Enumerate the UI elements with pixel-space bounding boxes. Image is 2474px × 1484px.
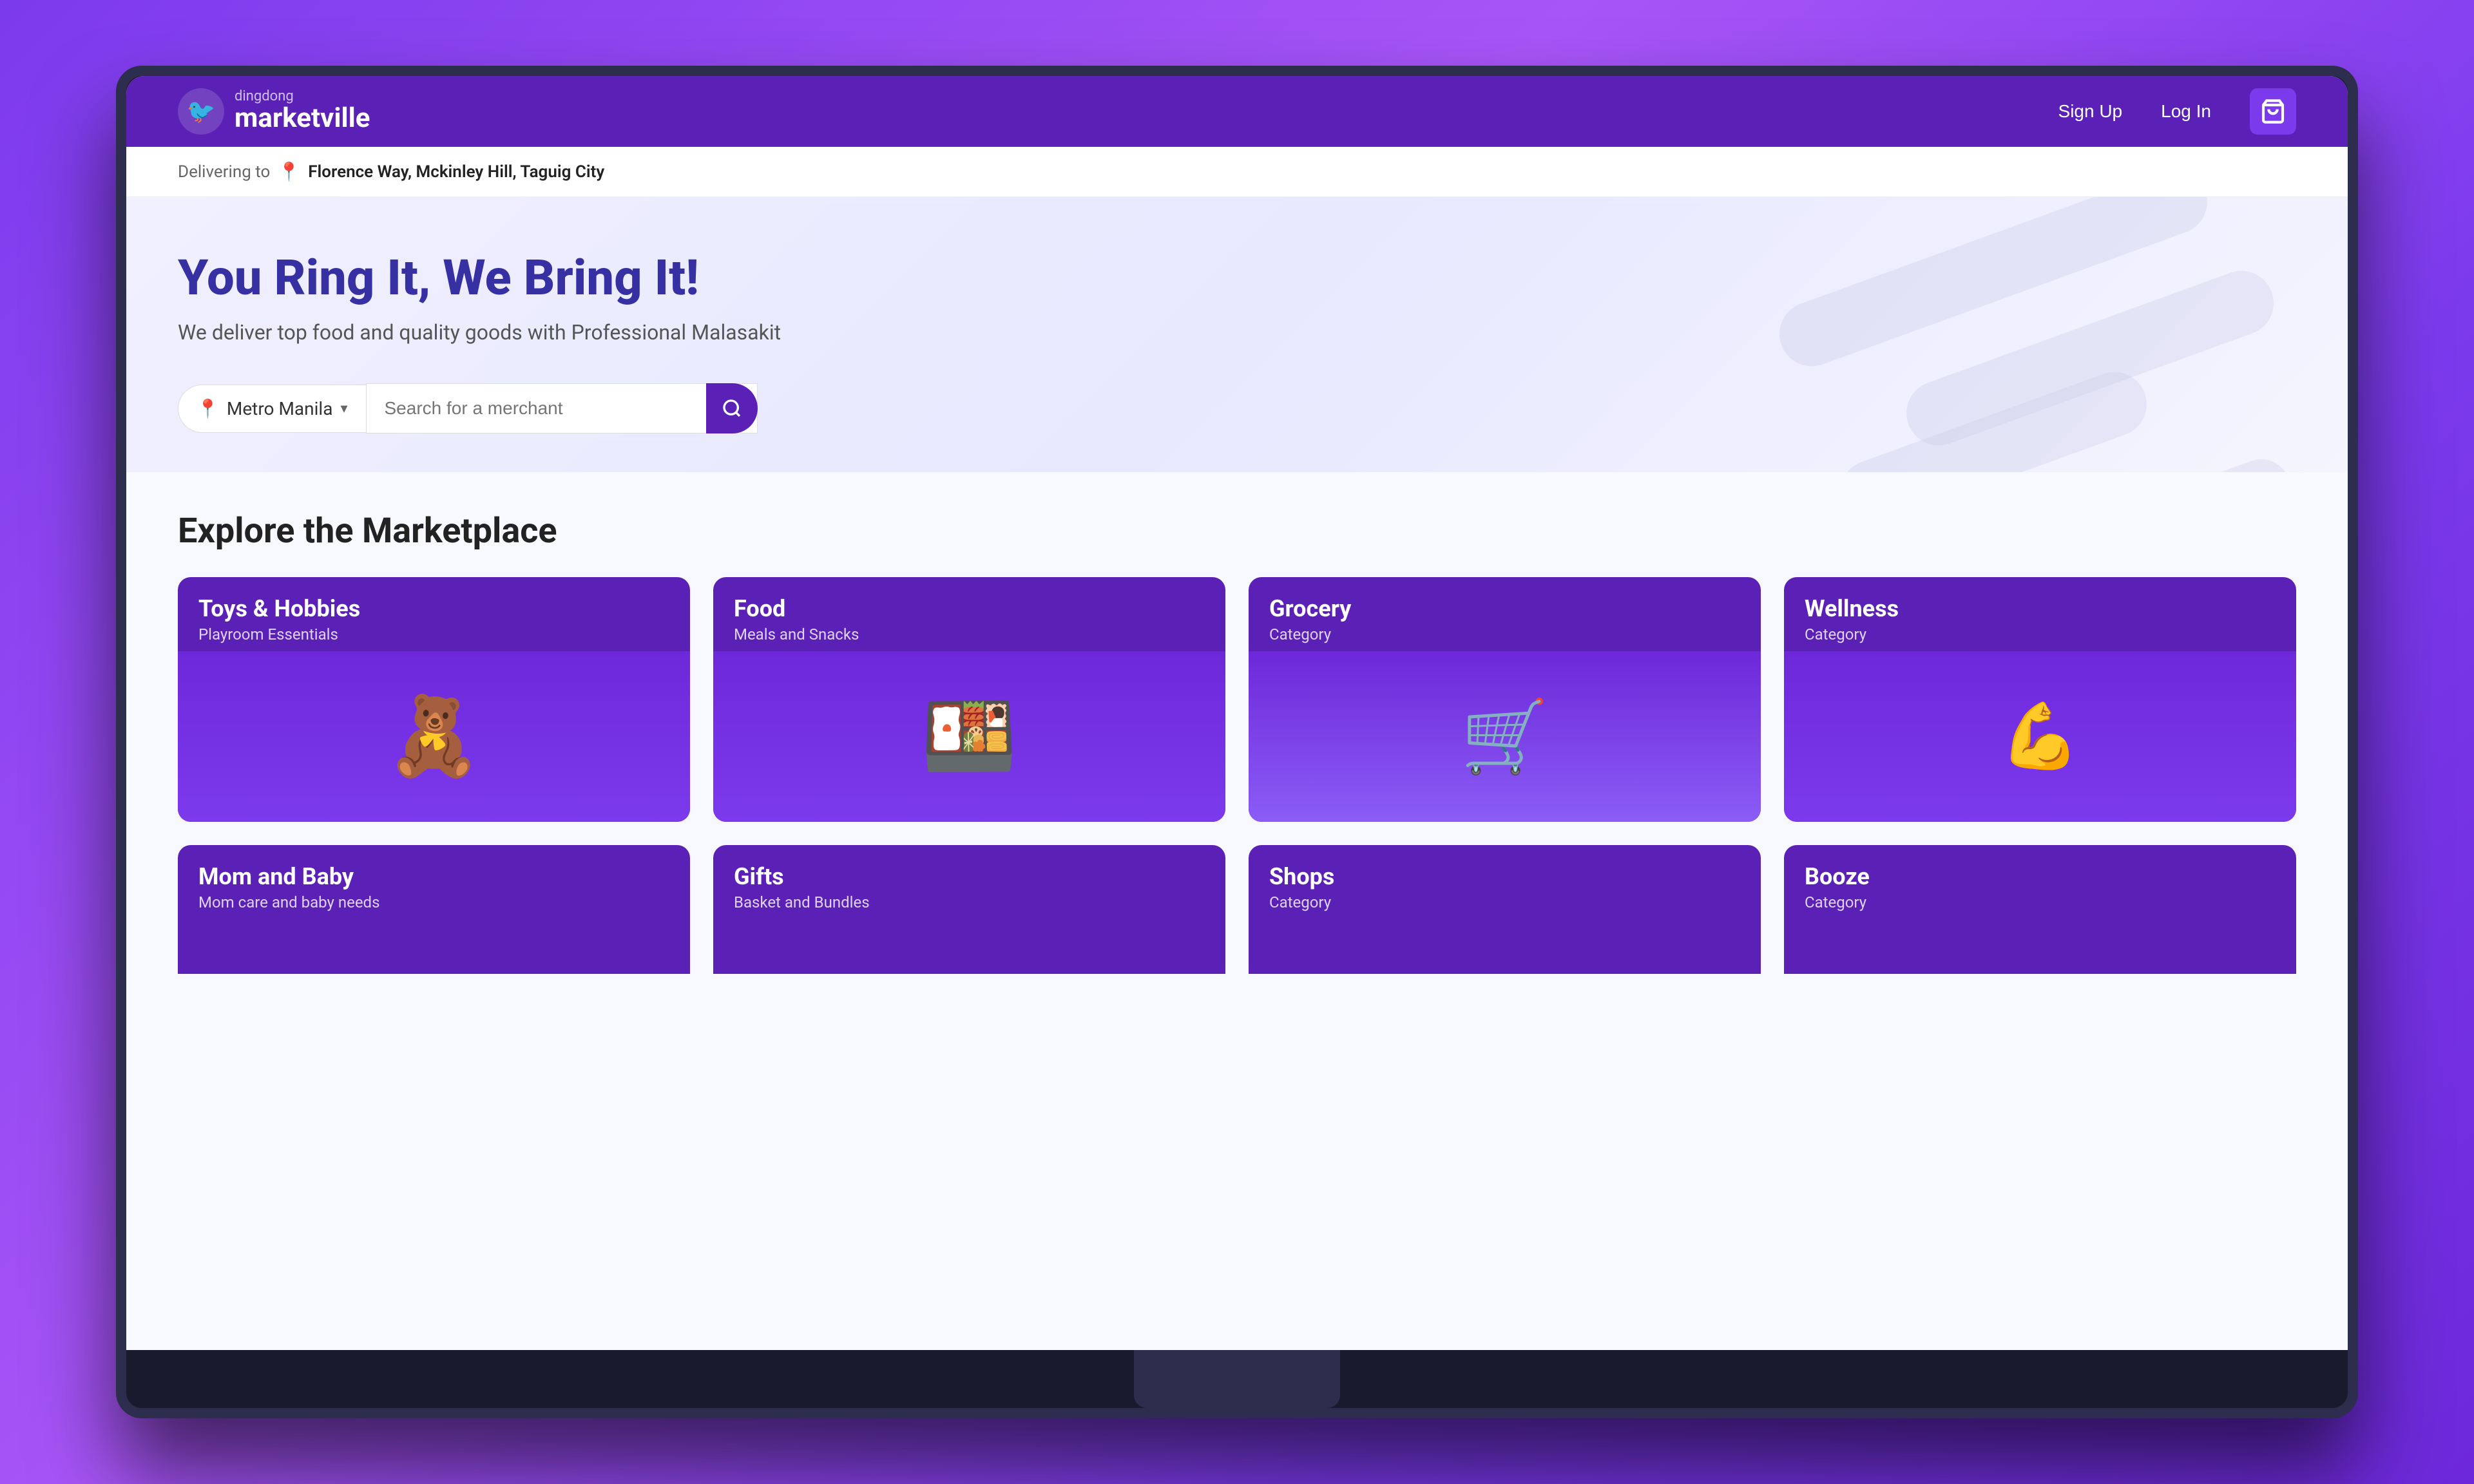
card-title-food: Food: [734, 595, 1205, 623]
screen: 🐦 dingdong marketville Sign Up Log In: [126, 76, 2348, 1350]
card-image-wellness: 💪: [1784, 651, 2296, 822]
hero-section: You Ring It, We Bring It! We deliver top…: [126, 197, 2348, 472]
card-subtitle-toys: Playroom Essentials: [198, 625, 669, 643]
food-illustration: 🍱: [713, 651, 1225, 822]
toys-illustration: 🧸: [178, 651, 690, 822]
card-image-grocery: 🛒: [1249, 651, 1761, 822]
location-select[interactable]: 📍 Metro Manila ▾: [178, 385, 366, 433]
section-title: Explore the Marketplace: [178, 511, 2296, 551]
logo-area: 🐦 dingdong marketville: [178, 88, 370, 135]
chevron-down-icon: ▾: [340, 401, 347, 417]
category-card-wellness[interactable]: Wellness Category 💪: [1784, 577, 2296, 822]
search-button[interactable]: [706, 383, 758, 433]
grocery-illustration: 🛒: [1249, 651, 1761, 822]
card-header-toys: Toys & Hobbies Playroom Essentials: [178, 577, 690, 651]
card-header-food: Food Meals and Snacks: [713, 577, 1225, 651]
search-input[interactable]: [366, 383, 758, 433]
search-bar: 📍 Metro Manila ▾: [178, 383, 758, 433]
search-icon: [722, 398, 742, 419]
wellness-illustration: 💪: [1784, 651, 2296, 822]
main-content: Explore the Marketplace Toys & Hobbies P…: [126, 472, 2348, 1350]
category-card-grocery[interactable]: Grocery Category 🛒: [1249, 577, 1761, 822]
card-header-shops: Shops Category: [1249, 845, 1761, 917]
brand-main: marketville: [235, 104, 370, 133]
card-header-booze: Booze Category: [1784, 845, 2296, 917]
signup-button[interactable]: Sign Up: [2058, 101, 2123, 122]
card-image-food: 🍱: [713, 651, 1225, 822]
delivery-bar: Delivering to 📍 Florence Way, Mckinley H…: [126, 147, 2348, 197]
card-header-grocery: Grocery Category: [1249, 577, 1761, 651]
card-header-mom-baby: Mom and Baby Mom care and baby needs: [178, 845, 690, 917]
hero-subtitle: We deliver top food and quality goods wi…: [178, 320, 2296, 345]
cart-icon: [2260, 99, 2286, 124]
logo-icon: 🐦: [178, 88, 224, 135]
logo-text: dingdong marketville: [235, 90, 370, 133]
category-card-food[interactable]: Food Meals and Snacks 🍱: [713, 577, 1225, 822]
header: 🐦 dingdong marketville Sign Up Log In: [126, 76, 2348, 147]
card-title-grocery: Grocery: [1269, 595, 1740, 623]
card-subtitle-wellness: Category: [1805, 625, 2276, 643]
cart-button[interactable]: [2250, 88, 2296, 135]
card-subtitle-gifts: Basket and Bundles: [734, 893, 1205, 911]
card-subtitle-shops: Category: [1269, 893, 1740, 911]
pin-icon: 📍: [278, 161, 300, 182]
monitor: 🐦 dingdong marketville Sign Up Log In: [116, 66, 2358, 1418]
card-title-shops: Shops: [1269, 863, 1740, 891]
card-subtitle-grocery: Category: [1269, 625, 1740, 643]
monitor-stand: [1134, 1350, 1340, 1408]
card-title-gifts: Gifts: [734, 863, 1205, 891]
card-title-toys: Toys & Hobbies: [198, 595, 669, 623]
header-nav: Sign Up Log In: [2058, 88, 2296, 135]
login-button[interactable]: Log In: [2161, 101, 2211, 122]
card-title-booze: Booze: [1805, 863, 2276, 891]
category-card-gifts[interactable]: Gifts Basket and Bundles: [713, 845, 1225, 974]
card-header-gifts: Gifts Basket and Bundles: [713, 845, 1225, 917]
delivery-address: Florence Way, Mckinley Hill, Taguig City: [308, 162, 604, 182]
category-grid-row1: Toys & Hobbies Playroom Essentials 🧸 Foo…: [178, 577, 2296, 822]
category-card-shops[interactable]: Shops Category: [1249, 845, 1761, 974]
location-value: Metro Manila: [227, 398, 333, 419]
hero-title: You Ring It, We Bring It!: [178, 249, 2296, 307]
delivering-to-label: Delivering to: [178, 162, 270, 182]
card-header-wellness: Wellness Category: [1784, 577, 2296, 651]
category-card-toys[interactable]: Toys & Hobbies Playroom Essentials 🧸: [178, 577, 690, 822]
shape-3: [1831, 363, 2156, 473]
location-pin-icon: 📍: [197, 398, 219, 419]
category-card-booze[interactable]: Booze Category: [1784, 845, 2296, 974]
brand-small: dingdong: [235, 90, 370, 104]
shape-4: [2037, 451, 2299, 472]
card-title-wellness: Wellness: [1805, 595, 2276, 623]
search-input-wrap: [366, 383, 758, 433]
category-grid-row2: Mom and Baby Mom care and baby needs Gif…: [178, 845, 2296, 974]
card-image-toys: 🧸: [178, 651, 690, 822]
card-subtitle-booze: Category: [1805, 893, 2276, 911]
card-title-mom-baby: Mom and Baby: [198, 863, 669, 891]
card-subtitle-food: Meals and Snacks: [734, 625, 1205, 643]
card-subtitle-mom-baby: Mom care and baby needs: [198, 893, 669, 911]
category-card-mom-baby[interactable]: Mom and Baby Mom care and baby needs: [178, 845, 690, 974]
